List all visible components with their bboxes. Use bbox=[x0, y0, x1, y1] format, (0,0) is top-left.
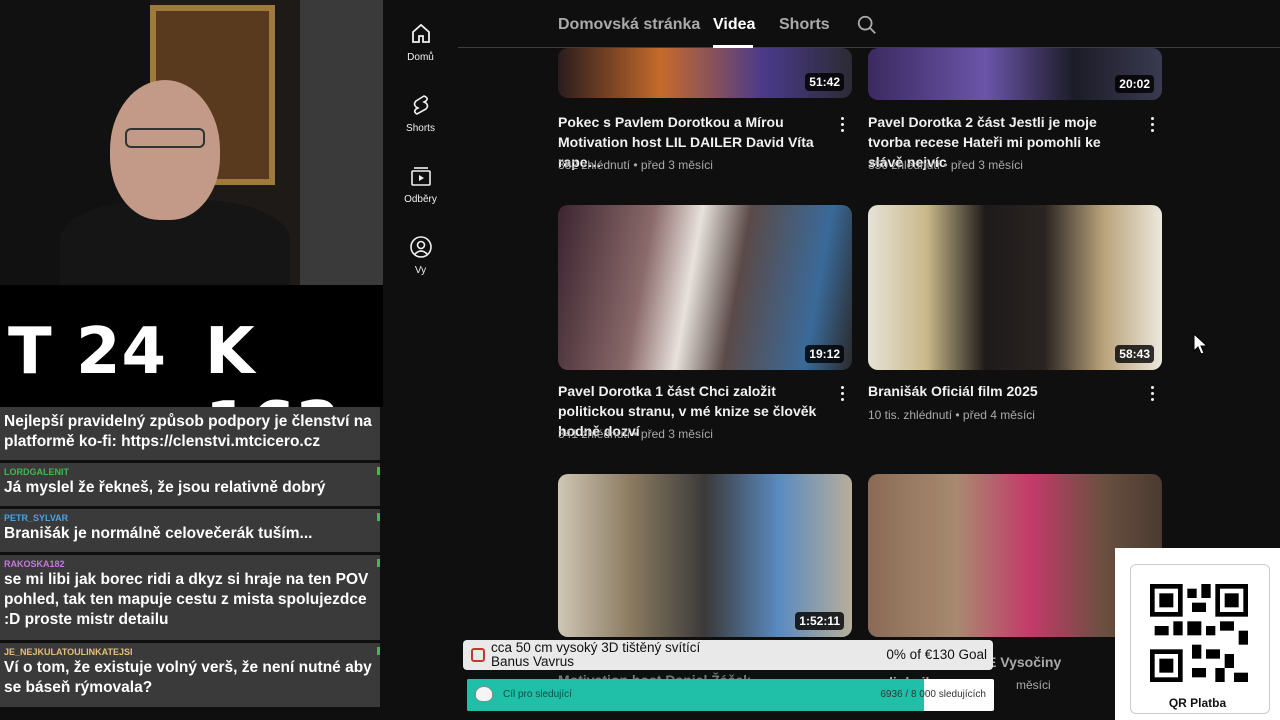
video-title[interactable]: Branišák Oficiál film 2025 bbox=[868, 381, 1138, 401]
video-meta: 10 tis. zhlédnutí • před 4 měsíci bbox=[868, 408, 1035, 422]
chat-message-text: Já myslel že řekneš, že jsou relativně d… bbox=[4, 479, 326, 496]
video-card[interactable]: 51:42 Pokec s Pavlem Dorotkou a Mírou Mo… bbox=[558, 48, 852, 178]
account-icon bbox=[409, 236, 432, 258]
video-card[interactable]: 58:43 Branišák Oficiál film 2025 10 tis.… bbox=[868, 205, 1162, 450]
video-meta: 382 zhlédnutí • před 3 měsíci bbox=[558, 158, 713, 172]
chat-message-text: Nejlepší pravidelný způsob podpory je čl… bbox=[4, 413, 372, 450]
chat-message-text: Ví o tom, že existuje volný verš, že nen… bbox=[4, 659, 372, 696]
chat-message: RAKOSKA182 se mi libi jak borec ridi a d… bbox=[0, 555, 380, 640]
score-overlay: T 24 K 162 bbox=[0, 285, 383, 407]
chat-message: PETR_SYLVAR Branišák je normálně celoveč… bbox=[0, 509, 380, 552]
acoustic-panel bbox=[300, 0, 383, 285]
follower-goal-count: 6936 / 8 000 sledujících bbox=[880, 689, 986, 700]
tab-shorts[interactable]: Shorts bbox=[779, 16, 830, 34]
video-thumbnail[interactable]: 20:02 bbox=[868, 48, 1162, 100]
rail-item-shorts[interactable]: Shorts bbox=[383, 93, 458, 134]
tab-videos[interactable]: Videa bbox=[713, 16, 755, 34]
video-duration: 19:12 bbox=[805, 345, 844, 363]
video-duration: 1:52:11 bbox=[795, 612, 844, 630]
qr-label: QR Platba bbox=[1168, 696, 1227, 710]
screen: T 24 K 162 Nejlepší pravidelný způsob po… bbox=[0, 0, 1280, 720]
rail-label-shorts: Shorts bbox=[406, 123, 435, 134]
rail-item-home[interactable]: Domů bbox=[383, 22, 458, 63]
chat-username: PETR_SYLVAR bbox=[4, 513, 69, 523]
video-meta: měsíci bbox=[1016, 678, 1051, 692]
shorts-icon bbox=[413, 95, 428, 115]
rail-label-you: Vy bbox=[414, 265, 427, 276]
more-options-icon[interactable] bbox=[1142, 114, 1162, 134]
video-duration: 20:02 bbox=[1115, 75, 1154, 93]
follower-goal-label: Cíl pro sledující bbox=[503, 689, 572, 700]
webcam-feed bbox=[0, 0, 383, 285]
chat-panel: Nejlepší pravidelný způsob podpory je čl… bbox=[0, 407, 383, 720]
qr-payment-box: QR Platba bbox=[1115, 548, 1280, 720]
goal-line2: Banus Vavrus bbox=[491, 654, 575, 669]
subscriptions-icon bbox=[410, 167, 431, 186]
gift-icon bbox=[471, 648, 485, 662]
video-duration: 51:42 bbox=[805, 73, 844, 91]
video-thumbnail[interactable]: 51:42 bbox=[558, 48, 852, 98]
mouse-cursor-icon bbox=[1193, 333, 1209, 355]
video-meta: 350 zhlédnutí • před 3 měsíci bbox=[868, 158, 1023, 172]
score-t: T 24 bbox=[8, 315, 167, 389]
rail-label-home: Domů bbox=[407, 52, 434, 63]
channel-tabs: Domovská stránka Videa Shorts bbox=[458, 0, 1280, 48]
goal-line1: cca 50 cm vysoký 3D tištěný svítící bbox=[491, 640, 701, 655]
tab-home[interactable]: Domovská stránka bbox=[558, 16, 700, 34]
rail-item-subscriptions[interactable]: Odběry bbox=[383, 164, 458, 205]
video-duration: 58:43 bbox=[1115, 345, 1154, 363]
donation-goal-banner: cca 50 cm vysoký 3D tištěný svítící Banu… bbox=[463, 640, 993, 670]
rail-label-subscriptions: Odběry bbox=[404, 194, 437, 205]
qr-code-icon bbox=[1150, 584, 1248, 682]
rail-item-you[interactable]: Vy bbox=[383, 235, 458, 276]
video-meta: 341 zhlédnutí • před 3 měsíci bbox=[558, 427, 713, 441]
chat-message: Nejlepší pravidelný způsob podpory je čl… bbox=[0, 407, 380, 460]
more-options-icon[interactable] bbox=[832, 114, 852, 134]
home-icon bbox=[411, 23, 430, 43]
chat-message: LORDGALENIT Já myslel že řekneš, že jsou… bbox=[0, 463, 380, 506]
chat-message-text: Branišák je normálně celovečerák tuším..… bbox=[4, 525, 313, 542]
follower-goal-bar: Cíl pro sledující 6936 / 8 000 sledující… bbox=[467, 679, 994, 711]
chat-message: JE_NEJKULATOULINKATEJSI Ví o tom, že exi… bbox=[0, 643, 380, 707]
streamer-face bbox=[110, 80, 220, 220]
video-card[interactable]: 20:02 Pavel Dorotka 2 část Jestli je moj… bbox=[868, 48, 1162, 178]
chat-username: JE_NEJKULATOULINKATEJSI bbox=[4, 647, 133, 657]
goal-percent: 0% of €130 Goal bbox=[886, 647, 987, 662]
mascot-icon bbox=[475, 686, 493, 702]
video-thumbnail[interactable]: 19:12 bbox=[558, 205, 852, 370]
chat-username: LORDGALENIT bbox=[4, 467, 69, 477]
video-card[interactable]: 19:12 Pavel Dorotka 1 část Chci založit … bbox=[558, 205, 852, 450]
score-k: K 162 bbox=[205, 315, 341, 407]
nav-rail: Domů Shorts Odběry Vy bbox=[383, 0, 458, 720]
search-icon[interactable] bbox=[856, 14, 878, 36]
more-options-icon[interactable] bbox=[832, 383, 852, 403]
video-thumbnail[interactable]: 1:52:11 bbox=[558, 474, 852, 637]
chat-username: RAKOSKA182 bbox=[4, 559, 65, 569]
chat-message-text: se mi libi jak borec ridi a dkyz si hraj… bbox=[4, 571, 369, 628]
more-options-icon[interactable] bbox=[1142, 383, 1162, 403]
video-thumbnail[interactable]: 58:43 bbox=[868, 205, 1162, 370]
